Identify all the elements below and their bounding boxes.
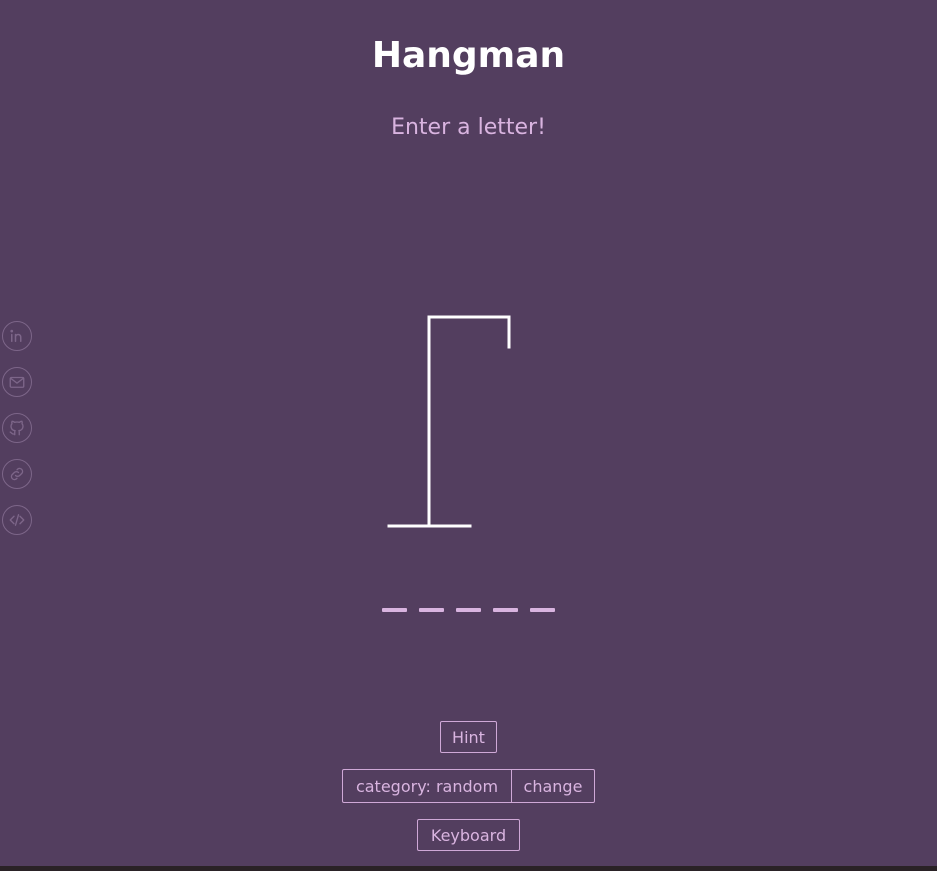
change-category-button[interactable]: change: [512, 770, 594, 802]
word-blanks: [382, 608, 555, 612]
letter-blank: [419, 608, 444, 612]
category-selector: category: random change: [342, 769, 595, 803]
hint-button[interactable]: Hint: [440, 721, 497, 753]
letter-blank: [493, 608, 518, 612]
game-page: Hangman Enter a letter! Hint category: r…: [0, 0, 937, 866]
letter-blank: [382, 608, 407, 612]
letter-blank: [530, 608, 555, 612]
bottom-edge: [0, 866, 937, 871]
letter-blank: [456, 608, 481, 612]
keyboard-button[interactable]: Keyboard: [417, 819, 520, 851]
category-label: category: random: [343, 770, 512, 802]
